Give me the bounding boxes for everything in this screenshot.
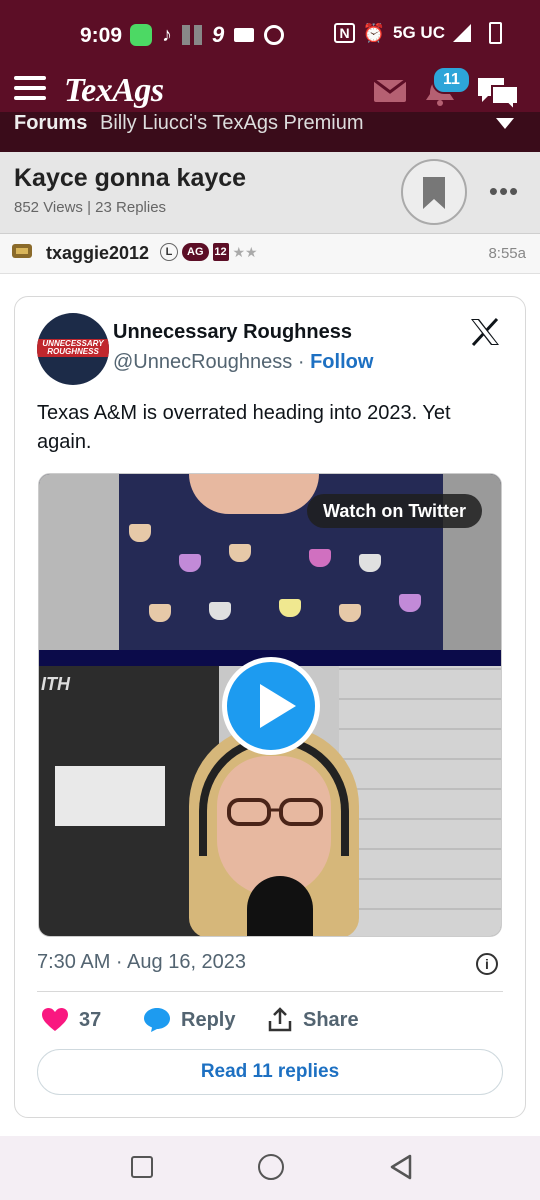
tweet-video[interactable]: ITH Watch on Twitter: [38, 473, 502, 937]
heart-icon: [42, 1008, 68, 1031]
play-button[interactable]: [222, 657, 320, 755]
mail-status-icon: [234, 28, 255, 42]
reply-label: Reply: [181, 1008, 236, 1031]
status-system-icons: N ⏰ 5G UC: [334, 22, 502, 44]
read-replies-button[interactable]: Read 11 replies: [37, 1049, 503, 1095]
rating-stars: ★★: [232, 243, 258, 260]
thread-stats: 852 Views | 23 Replies: [14, 199, 167, 216]
reply-action[interactable]: Reply: [143, 1007, 235, 1033]
recents-button[interactable]: [131, 1156, 153, 1178]
ag-badge: AG: [182, 243, 209, 261]
status-time: 9:09: [80, 24, 123, 47]
post-author-row: txaggie2012 L AG 12 ★★ 8:55a: [0, 234, 540, 274]
thread-header: Kayce gonna kayce 852 Views | 23 Replies…: [0, 152, 540, 234]
share-icon: [268, 1007, 292, 1032]
battery-icon: [489, 22, 502, 44]
like-count: 37: [79, 1008, 102, 1031]
twelfth-man-badge: 12: [212, 243, 229, 261]
breadcrumb-forums[interactable]: Forums: [14, 112, 87, 134]
slack-icon: [182, 25, 202, 45]
tiktok-icon: ♪: [162, 23, 172, 46]
bookmark-icon: [423, 177, 445, 209]
tweet-avatar[interactable]: UNNECESSARY ROUGHNESS: [37, 313, 109, 385]
like-action[interactable]: 37: [41, 1007, 101, 1033]
x-logo-icon[interactable]: [469, 317, 501, 347]
avatar-logo-text: UNNECESSARY ROUGHNESS: [42, 339, 104, 356]
lifetime-badge: L: [160, 243, 178, 261]
chevron-down-icon[interactable]: [496, 118, 514, 129]
signal-icon: [453, 24, 471, 42]
network-label: 5G UC: [393, 23, 445, 42]
bookmark-button[interactable]: [401, 159, 467, 225]
info-icon[interactable]: i: [476, 953, 498, 975]
play-icon: [260, 684, 296, 728]
alarm-icon: ⏰: [362, 22, 386, 43]
watch-on-twitter-button[interactable]: Watch on Twitter: [307, 494, 482, 528]
tweet-embed: UNNECESSARY ROUGHNESS Unnecessary Roughn…: [14, 296, 526, 1118]
follow-link[interactable]: Follow: [310, 351, 373, 373]
breadcrumb: Forums Billy Liucci's TexAgs Premium: [0, 112, 540, 152]
chat-app-icon: [130, 24, 152, 46]
status-notification-icons: ♪ 9: [130, 22, 285, 48]
reply-bubble-icon: [144, 1008, 170, 1032]
texags-logo[interactable]: TexAgs: [64, 72, 164, 110]
share-label: Share: [303, 1008, 359, 1031]
messages-icon[interactable]: [476, 74, 520, 114]
tweet-text: Texas A&M is overrated heading into 2023…: [37, 402, 451, 453]
back-button[interactable]: [388, 1154, 414, 1180]
nfc-icon: N: [334, 23, 355, 43]
author-badges: L AG 12 ★★: [160, 243, 258, 261]
breadcrumb-forum-name[interactable]: Billy Liucci's TexAgs Premium: [100, 112, 364, 134]
author-name[interactable]: txaggie2012: [46, 243, 149, 264]
chrome-icon: [264, 25, 285, 45]
tweet-timestamp[interactable]: 7:30 AM · Aug 16, 2023: [37, 951, 246, 974]
tweet-display-name[interactable]: Unnecessary Roughness: [113, 321, 352, 344]
tweet-handle[interactable]: @UnnecRoughness: [113, 351, 292, 373]
system-nav-bar: [0, 1136, 540, 1200]
share-action[interactable]: Share: [267, 1007, 359, 1033]
menu-icon[interactable]: [14, 76, 46, 102]
notification-count-badge[interactable]: 11: [432, 66, 471, 94]
more-options-button[interactable]: •••: [486, 176, 522, 206]
home-button[interactable]: [258, 1154, 284, 1180]
tweet-divider: [37, 991, 503, 992]
author-avatar[interactable]: [10, 240, 34, 264]
inbox-icon[interactable]: [373, 78, 407, 102]
video-overlay-text: ITH: [41, 674, 70, 694]
separator-dot: ·: [297, 351, 305, 373]
post-time: 8:55a: [488, 245, 526, 262]
thread-title: Kayce gonna kayce: [14, 164, 247, 192]
tweet-handle-line: @UnnecRoughness · Follow: [113, 351, 373, 374]
notif-nine: 9: [212, 22, 225, 47]
